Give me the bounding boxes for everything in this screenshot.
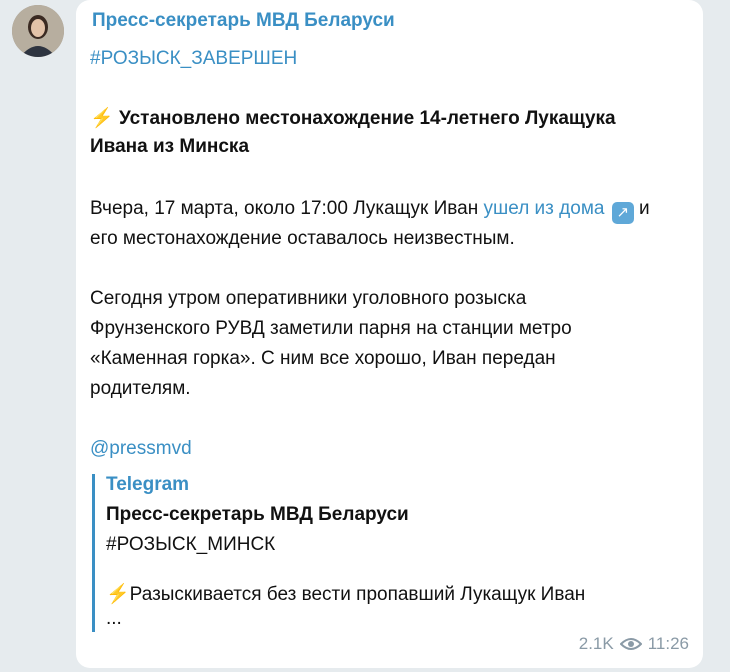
paragraph-2-line-3: «Каменная горка». С ним все хорошо, Иван… xyxy=(90,348,556,369)
paragraph-2-line-4: родителям. xyxy=(90,378,191,399)
channel-avatar[interactable] xyxy=(12,5,64,57)
message-meta: 2.1K 11:26 xyxy=(579,634,689,654)
message-time: 11:26 xyxy=(647,634,689,653)
headline-line-2: Ивана из Минска xyxy=(90,136,250,157)
external-link-arrow-icon[interactable]: ↗ xyxy=(611,202,634,224)
preview-ellipsis: ... xyxy=(106,608,122,629)
view-count: 2.1K xyxy=(578,634,614,653)
paragraph-1-line-1: Вчера, 17 марта, около 17:00 Лукащук Ива… xyxy=(90,198,650,224)
paragraph-2-line-2: Фрунзенского РУВД заметили парня на стан… xyxy=(90,318,572,339)
lightning-icon: ⚡ xyxy=(90,108,114,129)
preview-text: ⚡Разыскивается без вести пропавший Лукащ… xyxy=(106,584,586,605)
preview-hashtag: #РОЗЫСК_МИНСК xyxy=(106,534,276,555)
preview-site-name: Telegram xyxy=(106,474,190,495)
hashtag-link[interactable]: #РОЗЫСК_ЗАВЕРШЕН xyxy=(90,48,297,70)
preview-title: Пресс-секретарь МВД Беларуси xyxy=(106,504,409,525)
gone-from-home-link[interactable]: ушел из дома xyxy=(484,198,605,219)
message-bubble: Пресс-секретарь МВД Беларуси #РОЗЫСК_ЗАВ… xyxy=(76,0,703,668)
paragraph-1-line-2: его местонахождение оставалось неизвестн… xyxy=(90,228,515,249)
channel-name[interactable]: Пресс-секретарь МВД Беларуси xyxy=(92,10,395,32)
mention-link[interactable]: @pressmvd xyxy=(90,438,192,460)
eye-icon xyxy=(619,637,642,651)
lightning-icon: ⚡ xyxy=(106,584,130,605)
headline-line-1: ⚡ Установлено местонахождение 14-летнего… xyxy=(90,108,616,129)
paragraph-2-line-1: Сегодня утром оперативники уголовного ро… xyxy=(90,288,527,309)
link-preview[interactable]: Telegram Пресс-секретарь МВД Беларуси #Р… xyxy=(92,474,685,632)
